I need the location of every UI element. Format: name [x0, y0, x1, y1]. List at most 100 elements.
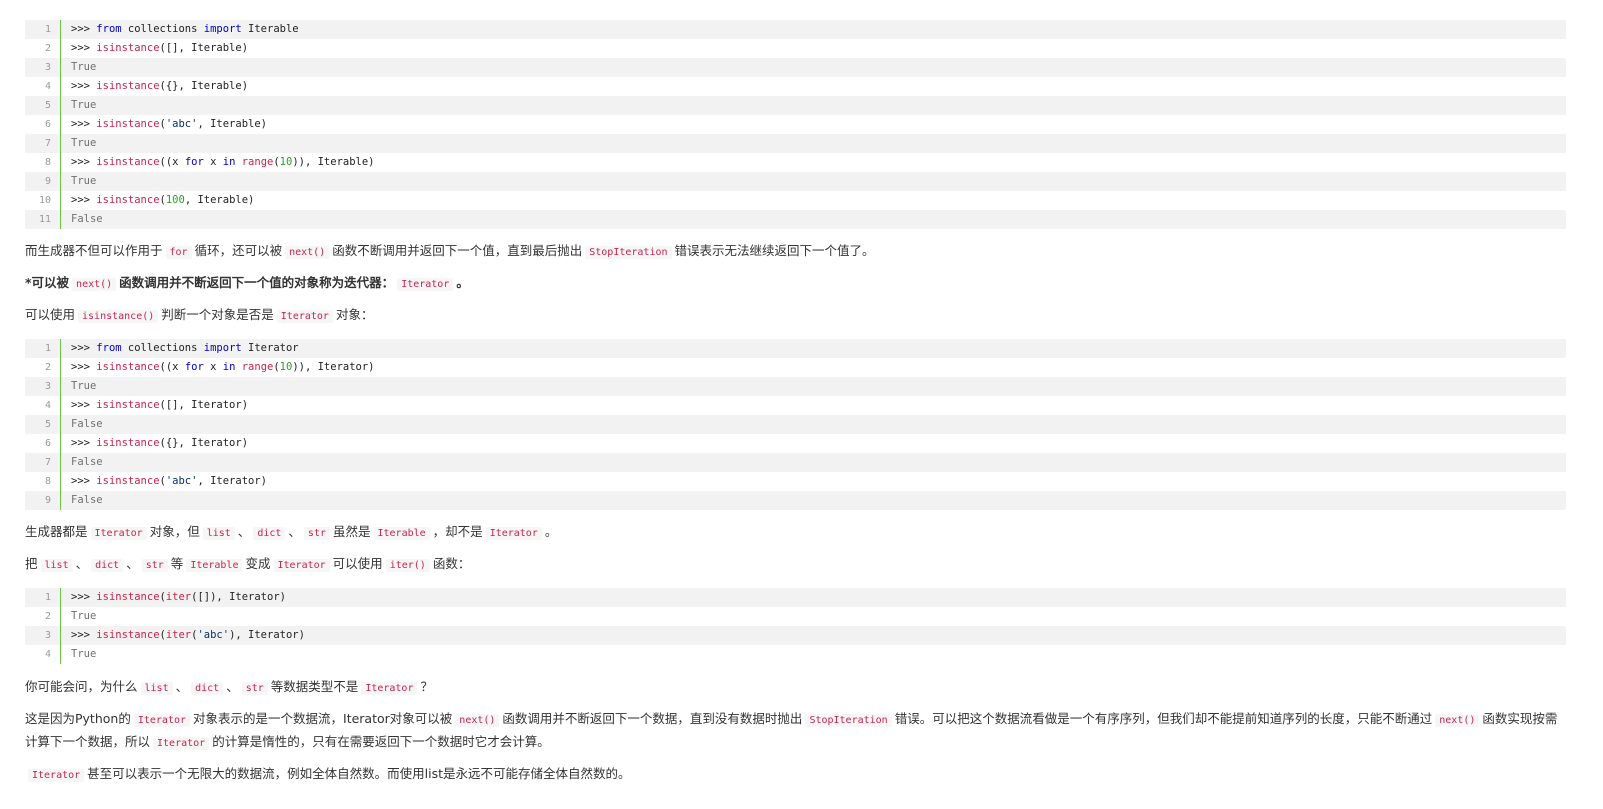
code-line: 3 >>> isinstance(iter('abc'), Iterator)	[25, 626, 1566, 645]
code-line: 1 >>> from collections import Iterator	[25, 339, 1566, 358]
text-run: 函数：	[432, 556, 471, 571]
code-token: )), Iterator)	[292, 361, 375, 373]
inline-code: list	[40, 559, 73, 572]
code-block-iterable[interactable]: 1 >>> from collections import Iterable 2 >>…	[25, 20, 1566, 229]
line-number: 7	[25, 134, 61, 153]
text-run: ，却不是	[432, 524, 483, 539]
code-token: , Iterator)	[197, 475, 267, 487]
code-token: range	[241, 156, 274, 168]
code-token: True	[71, 648, 97, 660]
line-number: 8	[25, 472, 61, 491]
code-token: ([], Iterable)	[159, 42, 249, 54]
code-block-iterator[interactable]: 1 >>> from collections import Iterator 2 >>…	[25, 339, 1566, 510]
text-run: 把	[25, 556, 38, 571]
code-line: 9 True	[25, 172, 1566, 191]
code-token: >>>	[71, 80, 97, 92]
code-token: 10	[279, 361, 293, 373]
code-line: 6 >>> isinstance('abc', Iterable)	[25, 115, 1566, 134]
code-line: 3 True	[25, 58, 1566, 77]
code-block-iter[interactable]: 1 >>> isinstance(iter([]), Iterator) 2 True…	[25, 588, 1566, 664]
code-token: >>>	[71, 42, 97, 54]
code-text: >>> from collections import Iterable	[61, 20, 299, 39]
code-text: False	[61, 491, 103, 510]
text-run: *可以被	[25, 275, 70, 290]
code-line: 5 True	[25, 96, 1566, 115]
code-line: 2 True	[25, 607, 1566, 626]
text-run: 等	[170, 556, 184, 571]
inline-code: Iterator	[485, 527, 542, 540]
code-text: False	[61, 415, 103, 434]
code-token: isinstance	[96, 437, 160, 449]
code-token: isinstance	[96, 194, 160, 206]
text-run: 生成器都是	[25, 524, 88, 539]
paragraph-why-question: 你可能会问，为什么 list、 dict、 str 等数据类型不是 Iterator？	[25, 676, 1566, 699]
text-run: 虽然是	[332, 524, 371, 539]
line-number: 11	[25, 210, 61, 229]
code-token: isinstance	[96, 156, 160, 168]
inline-code: isinstance()	[78, 310, 159, 323]
code-token: True	[71, 61, 97, 73]
line-number: 3	[25, 626, 61, 645]
code-token: ), Iterator)	[229, 629, 305, 641]
inline-code: Iterator	[153, 737, 210, 750]
code-line: 7 False	[25, 453, 1566, 472]
text-run: 可以使用	[25, 307, 76, 322]
paragraph-isinstance-iterator: 可以使用 isinstance() 判断一个对象是否是 Iterator 对象：	[25, 304, 1566, 327]
line-number: 9	[25, 491, 61, 510]
code-token: >>>	[71, 437, 97, 449]
code-token: for	[184, 361, 204, 373]
inline-code: next()	[455, 714, 500, 727]
code-line: 10 >>> isinstance(100, Iterable)	[25, 191, 1566, 210]
code-token: x	[203, 156, 223, 168]
code-text: True	[61, 645, 96, 664]
code-token: >>>	[71, 118, 97, 130]
line-number: 6	[25, 115, 61, 134]
code-token: False	[71, 494, 103, 506]
inline-code: list	[202, 527, 235, 540]
code-line: 11 False	[25, 210, 1566, 229]
code-line: 3 True	[25, 377, 1566, 396]
inline-code: Iterable	[373, 527, 430, 540]
code-line: 4 >>> isinstance({}, Iterable)	[25, 77, 1566, 96]
inline-code: Iterable	[186, 559, 243, 572]
code-text: True	[61, 377, 96, 396]
code-token: 'abc'	[165, 475, 198, 487]
code-text: True	[61, 134, 96, 153]
code-token: isinstance	[96, 475, 160, 487]
code-token: False	[71, 418, 103, 430]
inline-code: Iterator	[361, 682, 418, 695]
text-run: 函数调用并不断返回下一个值的对象称为迭代器：	[119, 275, 395, 290]
code-token: , Iterable)	[197, 118, 267, 130]
text-run: ？	[420, 679, 433, 694]
inline-code: Iterator	[276, 310, 333, 323]
code-token: from	[96, 342, 122, 354]
inline-code: for	[165, 246, 192, 259]
code-token: isinstance	[96, 361, 160, 373]
text-run: 、	[226, 679, 239, 694]
code-text: >>> isinstance((x for x in range(10)), I…	[61, 153, 375, 172]
paragraph-generator-is-iterator: 生成器都是 Iterator 对象，但 list、 dict、 str 虽然是 Iterabl…	[25, 521, 1566, 544]
text-run: 、	[237, 524, 251, 539]
code-token: iter	[165, 629, 192, 641]
line-number: 9	[25, 172, 61, 191]
code-token: in	[222, 361, 236, 373]
text-run: 对象：	[335, 307, 374, 322]
text-run: 函数不断调用并返回下一个值，直到最后抛出	[332, 243, 583, 258]
inline-code: next()	[285, 246, 330, 259]
inline-code: StopIteration	[585, 246, 672, 259]
text-run: 函数调用并不断返回下一个数据，直到没有数据时抛出	[502, 711, 803, 726]
code-token: ({}, Iterator)	[159, 437, 249, 449]
code-token: ([]), Iterator)	[191, 591, 286, 603]
code-token: )), Iterable)	[292, 156, 375, 168]
code-token: Iterator	[241, 342, 299, 354]
code-text: True	[61, 607, 96, 626]
code-token: 'abc'	[197, 629, 230, 641]
text-run: 对象，但	[149, 524, 200, 539]
text-run: 的计算是惰性的，只有在需要返回下一个数据时它才会计算。	[212, 734, 550, 749]
code-token: Iterable	[241, 23, 299, 35]
code-text: True	[61, 58, 96, 77]
code-token: , Iterable)	[184, 194, 255, 206]
code-token: isinstance	[96, 80, 160, 92]
inline-code: str	[141, 559, 168, 572]
code-token: >>>	[71, 399, 97, 411]
